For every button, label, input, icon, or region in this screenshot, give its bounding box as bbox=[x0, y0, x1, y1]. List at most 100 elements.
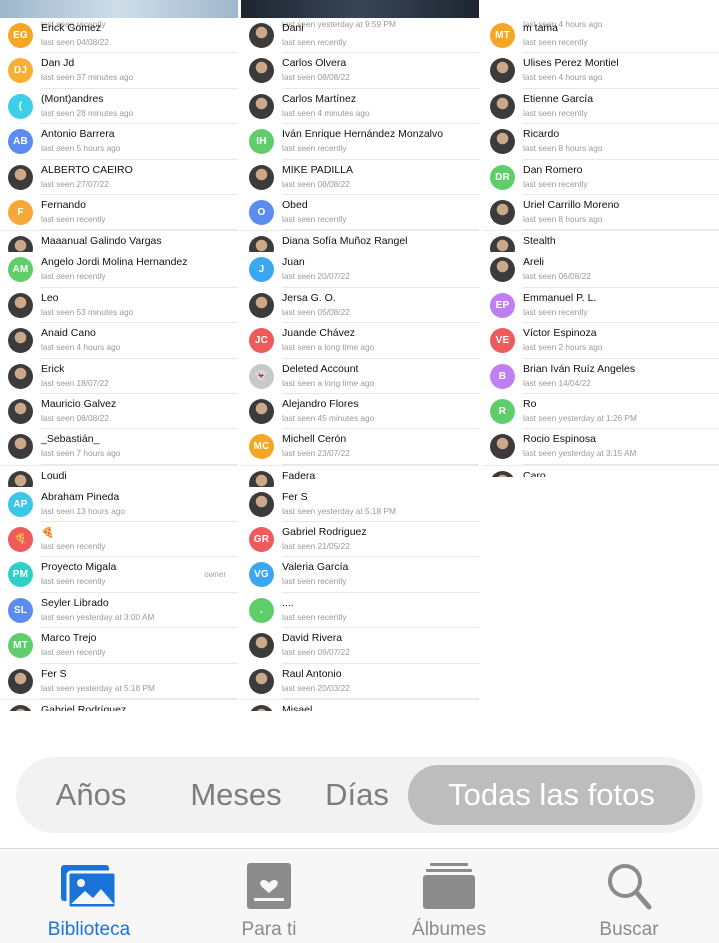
contact-row[interactable]: J Juan last seen 20/07/22 bbox=[241, 252, 479, 288]
contact-row[interactable]: 🍕 🍕 last seen recently bbox=[0, 522, 238, 558]
screenshot-thumbnail-1[interactable]: last seen recently EG Erick Gomez last seen… bbox=[0, 0, 238, 740]
contact-name: Deleted Account bbox=[282, 362, 359, 375]
contact-row[interactable]: IH Iván Enrique Hernández Monzalvo last se… bbox=[241, 124, 479, 160]
contact-row[interactable]: PM Proyecto Migala last seen recently owner bbox=[0, 557, 238, 593]
contact-row[interactable]: Caro bbox=[482, 466, 719, 477]
avatar: . bbox=[249, 597, 274, 623]
contact-row[interactable]: AP Abraham Pineda last seen 13 hours ago bbox=[0, 487, 238, 523]
contact-row[interactable]: Anaid Cano last seen 4 hours ago bbox=[0, 323, 238, 359]
contact-row[interactable]: SL Seyler Librado last seen yesterday at 3… bbox=[0, 593, 238, 629]
contact-row[interactable]: Raul Antonio last seen 20/03/22 bbox=[241, 664, 479, 700]
contact-row[interactable]: AM Angelo Jordi Molina Hernandez last seen… bbox=[0, 252, 238, 288]
contact-row[interactable]: VE Víctor Espinoza last seen 2 hours ago bbox=[482, 323, 719, 359]
tab-albums[interactable]: Álbumes bbox=[379, 849, 519, 943]
contact-row[interactable]: Misael bbox=[241, 700, 479, 712]
contact-row[interactable]: Ulises Perez Montiel last seen 4 hours ag… bbox=[482, 53, 719, 89]
contact-name: Marco Trejo bbox=[41, 632, 97, 645]
contact-row[interactable]: MT Marco Trejo last seen recently bbox=[0, 628, 238, 664]
contact-name: Seyler Librado bbox=[41, 596, 109, 609]
segment-years[interactable]: Años bbox=[16, 757, 166, 833]
contact-row[interactable]: MIKE PADILLA last seen 08/08/22 bbox=[241, 160, 479, 195]
screenshot-thumbnail-3[interactable]: last seen 4 hours ago MT m tama last seen r… bbox=[482, 0, 719, 500]
contact-row[interactable]: JC Juande Chávez last seen a long time ago bbox=[241, 323, 479, 359]
contact-name: Rocio Espinosa bbox=[523, 433, 596, 446]
screenshot-thumbnail-2[interactable]: last seen yesterday at 9:59 PM Dani last s… bbox=[241, 0, 479, 740]
contact-name: Brian Iván Ruíz Angeles bbox=[523, 362, 636, 375]
contact-row[interactable]: Gabriel Rodríguez bbox=[0, 700, 238, 712]
contact-row[interactable]: ..... last seen recently bbox=[241, 593, 479, 629]
contact-row[interactable]: Mauricio Galvez last seen 08/08/22 bbox=[0, 394, 238, 430]
contact-row[interactable]: Diana Sofía Muñoz Rangellast seen 1 hour… bbox=[241, 231, 479, 253]
contact-row[interactable]: Maaanual Galindo Vargaslast seen recentl… bbox=[0, 231, 238, 253]
last-seen-status: last seen a long time ago bbox=[282, 377, 375, 388]
avatar bbox=[8, 668, 33, 694]
avatar bbox=[249, 470, 274, 487]
contact-row[interactable]: DR Dan Romero last seen recently bbox=[482, 160, 719, 195]
contact-row[interactable]: Etienne García last seen recently bbox=[482, 89, 719, 125]
last-seen-status: last seen recently bbox=[282, 37, 347, 47]
segment-days[interactable]: Días bbox=[306, 757, 408, 833]
last-seen-status: last seen 5 hours ago bbox=[41, 143, 121, 154]
avatar bbox=[249, 93, 274, 119]
contact-name: Antonio Barrera bbox=[41, 128, 115, 141]
photos-app: last seen recently EG Erick Gomez last seen… bbox=[0, 0, 719, 943]
contact-row[interactable]: 👻 Deleted Account last seen a long time ag… bbox=[241, 359, 479, 394]
last-seen-status: last seen 04/08/22 bbox=[41, 37, 109, 47]
contact-row[interactable]: Rocio Espinosa last seen yesterday at 3:1… bbox=[482, 429, 719, 465]
contact-row[interactable]: F Fernando last seen recently bbox=[0, 195, 238, 231]
segment-months[interactable]: Meses bbox=[166, 757, 306, 833]
avatar: DR bbox=[490, 164, 515, 190]
contact-row[interactable]: Dani last seen recently bbox=[241, 18, 479, 54]
contact-row[interactable]: Carlos Olvera last seen 08/08/22 bbox=[241, 53, 479, 89]
avatar: F bbox=[8, 199, 33, 225]
contact-row[interactable]: MT m tama last seen recently bbox=[482, 18, 719, 54]
contact-row[interactable]: Areli last seen 06/08/22 bbox=[482, 252, 719, 288]
avatar bbox=[490, 470, 515, 477]
contact-row[interactable]: EP Emmanuel P. L. last seen recently bbox=[482, 288, 719, 324]
last-seen-status: last seen 45 minutes ago bbox=[282, 412, 375, 423]
contact-row[interactable]: B Brian Iván Ruíz Angeles last seen 14/04/… bbox=[482, 359, 719, 394]
contact-row[interactable]: Erick last seen 18/07/22 bbox=[0, 359, 238, 394]
contact-row[interactable]: Fer S last seen yesterday at 5:18 PM bbox=[0, 664, 238, 700]
contact-row[interactable]: Uriel Carrillo Moreno last seen 8 hours a… bbox=[482, 195, 719, 231]
tab-library-label: Biblioteca bbox=[47, 919, 131, 940]
contact-row[interactable]: David Rivera last seen 09/07/22 bbox=[241, 628, 479, 664]
contact-row[interactable]: ((Mont)andres last seen 28 minutes ago bbox=[0, 89, 238, 125]
contact-name: Erick bbox=[41, 362, 65, 375]
contact-row[interactable]: _Sebastián_ last seen 7 hours ago bbox=[0, 429, 238, 465]
avatar: 👻 bbox=[249, 363, 274, 389]
contact-row[interactable]: Fer S last seen yesterday at 5:18 PM bbox=[241, 487, 479, 523]
contact-row[interactable]: O Obed last seen recently bbox=[241, 195, 479, 231]
contact-row[interactable]: Alejandro Flores last seen 45 minutes ago bbox=[241, 394, 479, 430]
avatar: AP bbox=[8, 491, 33, 517]
last-seen-status: last seen yesterday at 1:26 PM bbox=[523, 412, 637, 423]
contact-row[interactable]: GR Gabriel Rodriguez last seen 21/05/22 bbox=[241, 522, 479, 558]
contact-row[interactable]: EG Erick Gomez last seen 04/08/22 bbox=[0, 18, 238, 54]
last-seen-status: last seen 7 hours ago bbox=[41, 448, 121, 459]
tab-for-you[interactable]: Para ti bbox=[199, 849, 339, 943]
contact-row[interactable]: AB Antonio Barrera last seen 5 hours ago bbox=[0, 124, 238, 160]
tab-library[interactable]: Biblioteca bbox=[19, 849, 159, 943]
tab-search[interactable]: Buscar bbox=[559, 849, 699, 943]
avatar bbox=[8, 236, 33, 253]
contact-row[interactable]: VG Valeria García last seen recently bbox=[241, 557, 479, 593]
contact-row[interactable]: Carlos Martínez last seen 4 minutes ago bbox=[241, 89, 479, 125]
contact-name: Misael bbox=[282, 704, 313, 712]
contact-row[interactable]: R Ro last seen yesterday at 1:26 PM bbox=[482, 394, 719, 430]
contact-row[interactable]: DJ Dan Jd last seen 37 minutes ago bbox=[0, 53, 238, 89]
contact-row[interactable]: Jersa G. O. last seen 05/08/22 bbox=[241, 288, 479, 324]
contact-row[interactable]: Stealthlast seen recently bbox=[482, 231, 719, 253]
contact-row[interactable]: Loudilast seen 05/08/22 bbox=[0, 466, 238, 487]
segment-all-photos[interactable]: Todas las fotos bbox=[408, 765, 695, 825]
contact-row[interactable]: Leo last seen 53 minutes ago bbox=[0, 288, 238, 324]
avatar bbox=[249, 668, 274, 694]
contact-row[interactable]: Ricardo last seen 8 hours ago bbox=[482, 124, 719, 160]
contact-row[interactable]: MC Michell Cerón last seen 23/07/22 bbox=[241, 429, 479, 465]
contact-row[interactable]: ALBERTO CAEIRO last seen 27/07/22 bbox=[0, 160, 238, 195]
avatar: JC bbox=[249, 328, 274, 354]
contact-row[interactable]: Faderalast seen recently bbox=[241, 466, 479, 487]
last-seen-status: last seen 53 minutes ago bbox=[41, 306, 134, 317]
last-seen-status: last seen 06/08/22 bbox=[523, 271, 591, 282]
last-seen-status: last seen 4 hours ago bbox=[41, 342, 121, 353]
last-seen-status: last seen 08/08/22 bbox=[282, 178, 350, 189]
